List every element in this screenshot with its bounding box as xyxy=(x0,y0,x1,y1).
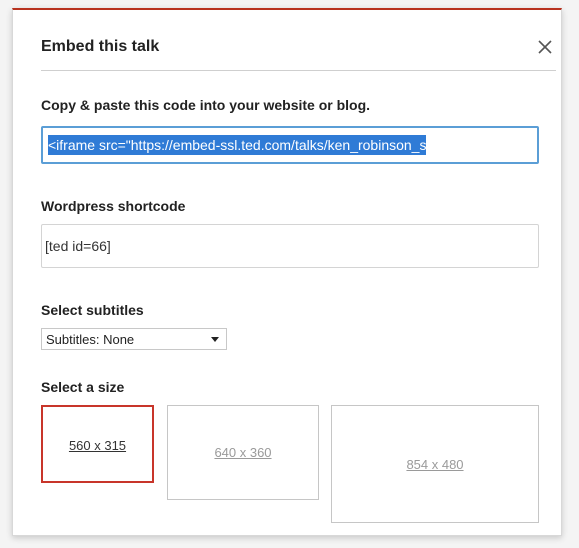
subtitles-selected-value: Subtitles: None xyxy=(46,332,135,347)
subtitles-select[interactable]: Subtitles: None xyxy=(41,328,227,350)
size-option-640x360[interactable]: 640 x 360 xyxy=(167,405,319,500)
size-option-label: 560 x 315 xyxy=(68,438,127,453)
embed-dialog: Embed this talk Copy & paste this code i… xyxy=(12,8,562,536)
size-option-560x315[interactable]: 560 x 315 xyxy=(41,405,154,483)
dialog-title: Embed this talk xyxy=(41,38,160,55)
embed-code-label: Copy & paste this code into your website… xyxy=(41,97,371,113)
size-option-854x480[interactable]: 854 x 480 xyxy=(331,405,539,523)
chevron-down-icon xyxy=(211,337,219,342)
wordpress-shortcode-text: [ted id=66] xyxy=(45,238,111,254)
wordpress-shortcode-field[interactable]: [ted id=66] xyxy=(41,224,539,268)
size-label: Select a size xyxy=(41,379,125,395)
embed-code-text: <iframe src="https://embed-ssl.ted.com/t… xyxy=(48,135,427,155)
size-option-label: 854 x 480 xyxy=(406,457,464,472)
dialog-header: Embed this talk xyxy=(41,38,556,71)
embed-code-field[interactable]: <iframe src="https://embed-ssl.ted.com/t… xyxy=(41,126,539,164)
wordpress-shortcode-label: Wordpress shortcode xyxy=(41,198,186,214)
close-icon[interactable] xyxy=(534,36,556,58)
size-option-label: 640 x 360 xyxy=(214,445,272,460)
subtitles-label: Select subtitles xyxy=(41,302,144,318)
